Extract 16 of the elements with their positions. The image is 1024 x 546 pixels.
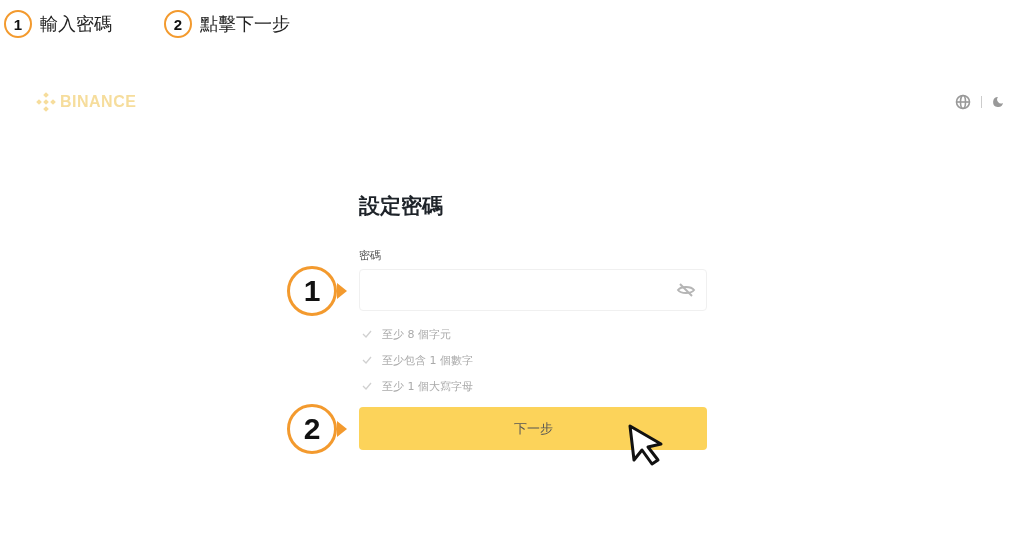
step-label: 點擊下一步 [200,12,290,36]
moon-icon[interactable] [992,96,1004,108]
field-label: 密碼 [359,248,382,263]
password-rule: 至少 1 個大寫字母 [382,378,473,394]
globe-icon[interactable] [955,94,971,110]
eye-hidden-icon[interactable] [676,282,696,298]
password-rule: 至少包含 1 個數字 [382,352,473,368]
step-label: 輸入密碼 [40,12,112,36]
password-field[interactable] [359,269,707,311]
password-rule: 至少 8 個字元 [382,326,451,342]
next-button[interactable]: 下一步 [359,407,707,450]
step-number: 2 [164,10,192,38]
page-title: 設定密碼 [359,193,444,220]
logo-text: BINANCE [60,93,137,111]
step-number: 1 [4,10,32,38]
logo-icon [36,92,56,112]
